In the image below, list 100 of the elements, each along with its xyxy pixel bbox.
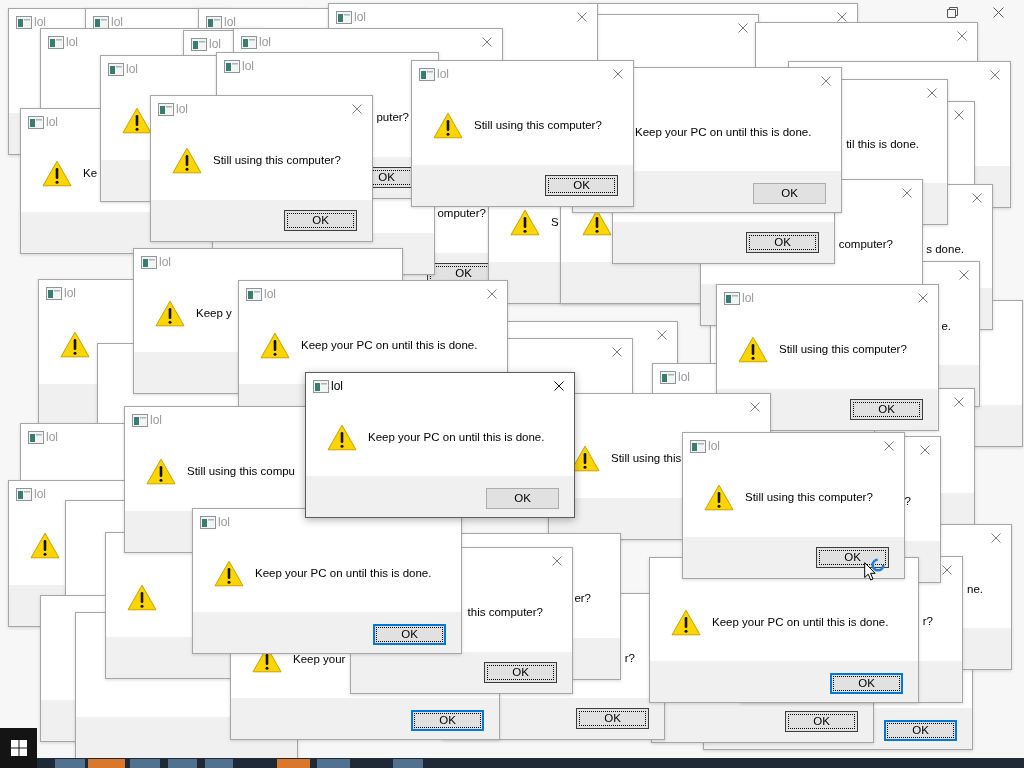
- restore-icon[interactable]: [947, 7, 958, 18]
- window-title: lol: [264, 286, 276, 302]
- ok-button[interactable]: OK: [545, 175, 618, 196]
- close-icon[interactable]: [554, 381, 564, 391]
- dialog-message: Keep your PC on until this is done.: [712, 615, 889, 629]
- window-title: lol: [64, 285, 76, 301]
- window-title: lol: [46, 429, 58, 445]
- ok-button[interactable]: OK: [785, 711, 858, 732]
- app-icon: [16, 16, 32, 29]
- ok-button[interactable]: OK: [746, 232, 819, 253]
- dialog-message: ne.: [967, 582, 983, 596]
- dialog-message: til this is done.: [846, 137, 919, 151]
- ok-button[interactable]: OK: [884, 720, 957, 741]
- window-title: lol: [34, 486, 46, 502]
- ok-button[interactable]: OK: [411, 710, 484, 731]
- window-title: lol: [126, 61, 138, 77]
- ok-button[interactable]: OK: [753, 183, 826, 204]
- warning-icon: [738, 336, 768, 363]
- app-icon: [16, 488, 32, 501]
- window-title: lol: [331, 378, 343, 394]
- ok-button[interactable]: OK: [576, 708, 649, 729]
- app-icon: [660, 371, 676, 384]
- warning-icon: [42, 160, 72, 187]
- window-title: lol: [150, 412, 162, 428]
- ok-button[interactable]: OK: [373, 624, 446, 645]
- dialog-message: Still using this: [611, 451, 682, 465]
- warning-icon: [60, 331, 90, 358]
- window-title: lol: [742, 290, 754, 306]
- dialog-message: Still using this computer?: [779, 342, 907, 356]
- ok-button[interactable]: OK: [830, 673, 903, 694]
- warning-icon: [260, 332, 290, 359]
- app-icon: [246, 288, 262, 301]
- windows-logo-icon: [10, 740, 27, 756]
- app-icon: [690, 440, 706, 453]
- warning-icon: [214, 560, 244, 587]
- dialog-message: this computer?: [467, 605, 543, 619]
- dialog-message: e.: [941, 319, 951, 333]
- app-icon: [200, 516, 216, 529]
- dialog-message: ?: [904, 494, 911, 508]
- dialog-message: r?: [624, 651, 635, 665]
- window-title: lol: [209, 36, 221, 52]
- window-title: lol: [259, 34, 271, 50]
- start-button[interactable]: [0, 728, 37, 768]
- dialog-message: s done.: [926, 242, 964, 256]
- dialog-message: Keep your PC on until this is done.: [301, 338, 478, 352]
- window-title: lol: [218, 514, 230, 530]
- app-icon: [28, 431, 44, 444]
- warning-icon: [510, 209, 540, 236]
- warning-icon: [172, 147, 202, 174]
- app-icon: [132, 414, 148, 427]
- warning-icon: [327, 424, 357, 451]
- window-title: lol: [242, 58, 254, 74]
- app-icon: [108, 63, 124, 76]
- dialog-message: S: [551, 215, 559, 229]
- app-icon: [46, 287, 62, 300]
- ok-button[interactable]: OK: [816, 547, 889, 568]
- dialog-message: Still using this computer?: [745, 490, 873, 504]
- app-icon: [28, 116, 44, 129]
- dialog-message: Keep your PC on until this is done.: [368, 430, 545, 444]
- warning-icon: [30, 532, 60, 559]
- app-icon: [141, 256, 157, 269]
- warning-icon: [146, 458, 176, 485]
- warning-icon: [122, 107, 152, 134]
- dialog-message: Ke: [83, 166, 98, 180]
- ok-button[interactable]: OK: [284, 210, 357, 231]
- ok-button[interactable]: OK: [850, 399, 923, 420]
- close-icon[interactable]: [993, 7, 1004, 18]
- warning-icon: [155, 300, 185, 327]
- app-icon: [313, 380, 329, 393]
- dialog-message: Still using this computer?: [213, 153, 341, 167]
- dialog-message: omputer?: [437, 206, 486, 220]
- window-title: lol: [678, 369, 690, 385]
- app-icon: [724, 292, 740, 305]
- dialog-message: Still using this computer?: [474, 118, 602, 132]
- app-icon: [48, 36, 64, 49]
- window-title: lol: [224, 14, 236, 30]
- app-icon: [336, 11, 352, 24]
- window-title: lol: [176, 101, 188, 117]
- window-title: lol: [708, 438, 720, 454]
- dialog-message: Keep your PC on until this is done.: [635, 125, 812, 139]
- app-icon: [241, 36, 257, 49]
- dialog-message: computer?: [838, 237, 893, 251]
- app-icon: [158, 103, 174, 116]
- app-icon: [191, 38, 207, 51]
- window-title: lol: [46, 114, 58, 130]
- app-icon: [419, 68, 435, 81]
- ok-button[interactable]: OK: [486, 488, 559, 509]
- warning-icon: [704, 484, 734, 511]
- dialog-message: Keep your: [293, 652, 346, 666]
- window-title: lol: [354, 9, 366, 25]
- warning-icon: [671, 609, 701, 636]
- window-title: lol: [34, 14, 46, 30]
- app-icon: [224, 60, 240, 73]
- dialog-message: puter?: [376, 110, 409, 124]
- ok-button[interactable]: OK: [484, 662, 557, 683]
- window-title: lol: [159, 254, 171, 270]
- dialog-message: Keep y: [196, 306, 232, 320]
- warning-icon: [433, 112, 463, 139]
- window-title: lol: [437, 66, 449, 82]
- dialog-message: r?: [922, 614, 933, 628]
